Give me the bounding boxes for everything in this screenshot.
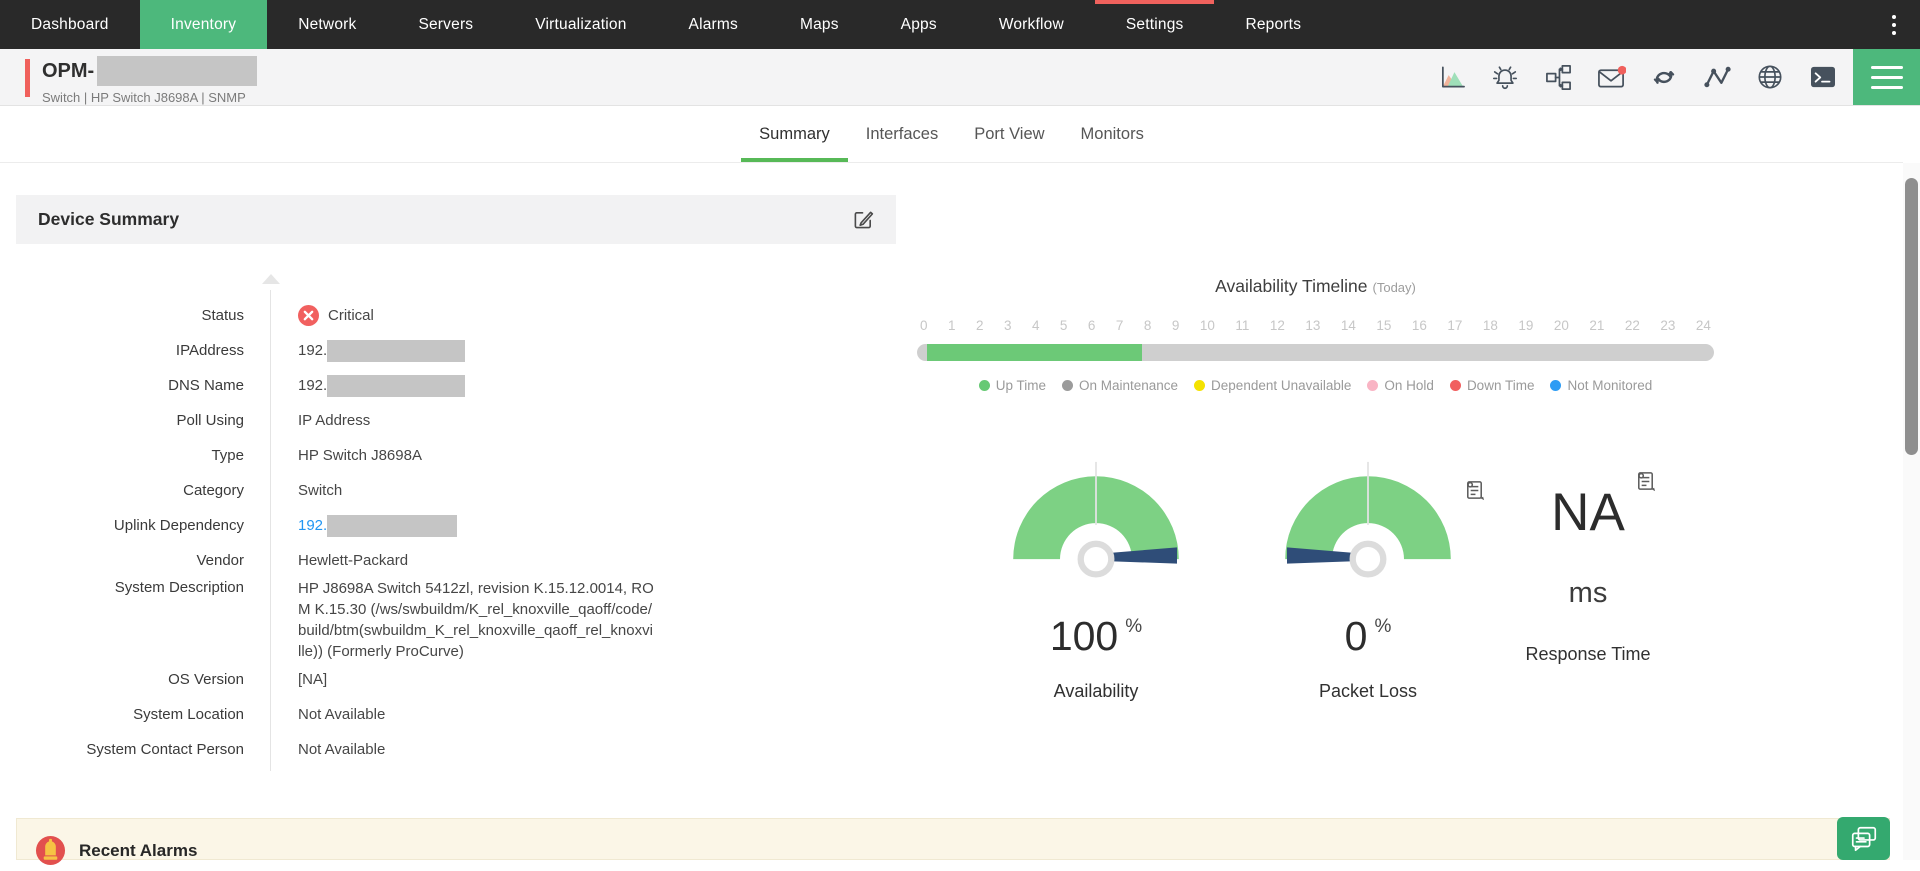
field-row-system-location: System Location Not Available [16,697,896,732]
legend-on-hold: On Hold [1367,378,1434,393]
field-row-ipaddress: IPAddress 192. [16,333,896,368]
nav-item-inventory[interactable]: Inventory [140,0,268,49]
nav-item-virtualization[interactable]: Virtualization [504,0,657,49]
timeline-hour-ticks: 0123456789101112131415161718192021222324 [920,318,1711,333]
device-name: OPM- [42,60,94,83]
critical-status-icon [298,305,319,326]
device-summary-panel: Device Summary Status Critical IPAddress… [16,195,896,781]
device-subtitle: Switch | HP Switch J8698A | SNMP [42,90,246,105]
uplink-dependency-link[interactable]: 192. [298,517,327,534]
tab-port-view[interactable]: Port View [956,106,1062,162]
timeline-bar[interactable] [917,344,1714,361]
availability-gauge: 100% Availability [1000,460,1192,702]
chat-button[interactable] [1837,817,1890,860]
field-row-vendor: Vendor Hewlett-Packard [16,543,896,578]
top-nav: Dashboard Inventory Network Servers Virt… [0,0,1920,49]
tab-monitors[interactable]: Monitors [1063,106,1162,162]
uptime-segment [927,344,1142,361]
availability-timeline: Availability Timeline (Today) 01234567891… [917,276,1714,393]
legend-dependent-unavailable: Dependent Unavailable [1194,378,1351,393]
availability-value: 100% [1000,616,1192,657]
globe-icon[interactable] [1755,62,1785,92]
device-summary-fields: Status Critical IPAddress 192. DNS Name … [16,244,896,781]
edit-icon[interactable] [853,209,874,230]
scrollbar-thumb[interactable] [1905,178,1918,455]
tab-interfaces[interactable]: Interfaces [848,106,956,162]
field-row-type: Type HP Switch J8698A [16,438,896,473]
network-path-icon[interactable] [1702,62,1732,92]
device-toolbar [1437,49,1838,105]
nav-item-workflow[interactable]: Workflow [968,0,1095,49]
availability-label: Availability [1000,681,1192,702]
redacted-dns [327,375,465,397]
area-chart-icon[interactable] [1437,62,1467,92]
nav-item-apps[interactable]: Apps [870,0,968,49]
legend-up-time: Up Time [979,378,1046,393]
mail-notification-icon[interactable] [1596,62,1626,92]
timeline-period: (Today) [1373,280,1416,295]
alarm-warning-icon [35,835,66,866]
alarm-bell-icon[interactable] [1490,62,1520,92]
field-row-uplink-dependency: Uplink Dependency 192. [16,508,896,543]
nav-item-servers[interactable]: Servers [387,0,504,49]
packet-loss-label: Packet Loss [1272,681,1464,702]
redacted-uplink [327,515,457,537]
field-row-poll-using: Poll Using IP Address [16,403,896,438]
field-row-os-version: OS Version [NA] [16,662,896,697]
response-time-unit: ms [1492,577,1684,610]
workflow-icon[interactable] [1543,62,1573,92]
nav-item-reports[interactable]: Reports [1214,0,1332,49]
field-row-system-description: System Description HP J8698A Switch 5412… [16,578,896,662]
column-divider [270,290,271,771]
nav-item-settings[interactable]: Settings [1095,0,1215,49]
timeline-legend: Up Time On Maintenance Dependent Unavail… [917,378,1714,393]
legend-down-time: Down Time [1450,378,1535,393]
response-time-metric: NA ms Response Time [1492,472,1684,665]
redacted-ip [327,340,465,362]
recent-alarms-title: Recent Alarms [79,841,197,861]
legend-on-maintenance: On Maintenance [1062,378,1178,393]
nav-item-dashboard[interactable]: Dashboard [0,0,140,49]
packet-loss-report-icon[interactable] [1463,479,1486,502]
mail-unread-dot [1617,66,1625,75]
dns-value: 192. [298,377,327,394]
field-row-system-contact-person: System Contact Person Not Available [16,732,896,767]
collapse-caret-icon[interactable] [262,274,280,284]
legend-not-monitored: Not Monitored [1550,378,1652,393]
response-time-label: Response Time [1492,644,1684,665]
nav-item-alarms[interactable]: Alarms [658,0,769,49]
kebab-menu-icon[interactable] [1868,0,1920,49]
timeline-title: Availability Timeline [1215,276,1367,296]
sync-loop-icon[interactable] [1649,62,1679,92]
packet-loss-gauge: 0% Packet Loss [1272,460,1464,702]
status-value: Critical [328,307,374,324]
system-description-value: HP J8698A Switch 5412zl, revision K.15.1… [298,578,656,662]
terminal-icon[interactable] [1808,62,1838,92]
field-row-dns-name: DNS Name 192. [16,368,896,403]
nav-item-network[interactable]: Network [267,0,387,49]
redacted-device-name [97,56,257,86]
field-row-status: Status Critical [16,298,896,333]
ip-value: 192. [298,342,327,359]
nav-item-maps[interactable]: Maps [769,0,870,49]
severity-accent-bar [25,59,30,97]
recent-alarms-section: Recent Alarms [16,818,1890,860]
panel-title: Device Summary [38,209,179,230]
device-header: OPM- Switch | HP Switch J8698A | SNMP [0,49,1920,106]
response-time-value: NA [1492,486,1684,539]
field-row-category: Category Switch [16,473,896,508]
response-time-report-icon[interactable] [1634,470,1657,493]
device-summary-header: Device Summary [16,195,896,244]
hamburger-menu-icon[interactable] [1853,49,1920,105]
device-tabs: Summary Interfaces Port View Monitors [0,106,1903,163]
tab-summary[interactable]: Summary [741,106,848,162]
packet-loss-value: 0% [1272,616,1464,657]
